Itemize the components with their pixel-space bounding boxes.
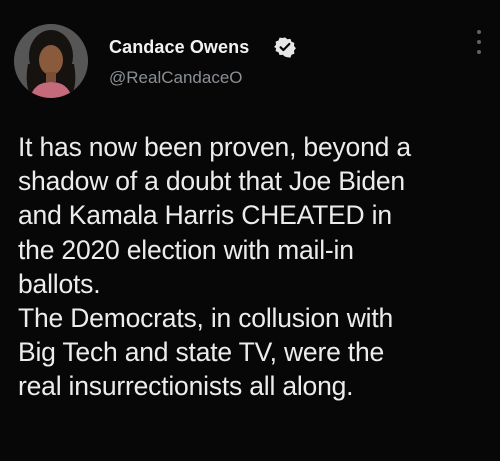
handle[interactable]: @RealCandaceO [109,68,243,88]
tweet-text-line: the 2020 election with mail-in [18,234,354,265]
more-options-icon[interactable] [474,26,484,58]
tweet-text-line: The Democrats, in collusion with [18,303,394,334]
tweet-text-line: real insurrectionists all along. [18,371,354,402]
display-name[interactable]: Candace Owens [109,37,249,58]
tweet-text-line: Big Tech and state TV, were the [18,337,385,368]
tweet-text-line: shadow of a doubt that Joe Biden [18,166,405,197]
tweet-card: Candace Owens @RealCandaceO It has now b… [0,0,500,461]
tweet-text: It has now been proven, beyond a shadow … [18,130,494,404]
tweet-text-line: and Kamala Harris CHEATED in [18,200,392,231]
avatar[interactable] [14,24,88,98]
profile-photo-icon [14,24,88,98]
tweet-text-line: ballots. [18,268,101,299]
tweet-text-line: It has now been proven, beyond a [18,132,411,162]
verified-badge-icon [274,37,296,58]
